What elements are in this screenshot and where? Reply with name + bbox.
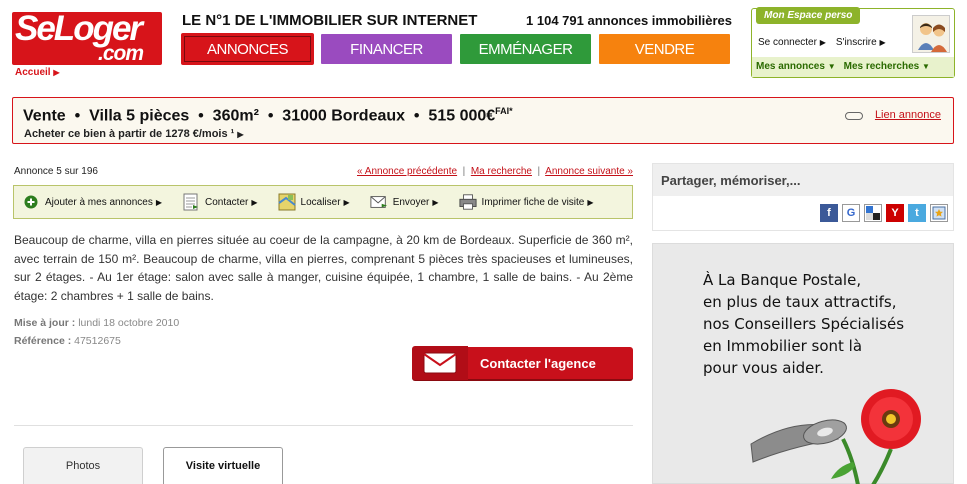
arrow-right-icon: ▶ (237, 130, 244, 139)
envoyer-button[interactable]: Envoyer ▶ (370, 193, 439, 211)
tab-visite-virtuelle[interactable]: Visite virtuelle (163, 447, 283, 484)
espace-perso-tab: Mon Espace perso (756, 7, 861, 24)
arrow-right-icon: ▶ (251, 197, 258, 207)
perso-links: Se connecter ▶ S'inscrire ▶ (758, 37, 886, 48)
listing-meta: Mise à jour : lundi 18 octobre 2010 Réfé… (14, 314, 179, 350)
contacter-button[interactable]: Contacter ▶ (182, 193, 258, 211)
yahoo-icon[interactable]: Y (886, 204, 904, 222)
listing-count: 1 104 791 annonces immobilières (526, 13, 732, 28)
connect-label: Se connecter (758, 37, 817, 48)
imprimer-button[interactable]: Imprimer fiche de visite ▶ (458, 193, 594, 211)
arrow-right-icon: ▶ (432, 197, 439, 207)
nav-financer-button[interactable]: FINANCER (321, 34, 452, 64)
seloger-logo[interactable]: SeLoger .com Accueil ▶ (12, 9, 162, 78)
printer-icon (458, 193, 477, 211)
mes-annonces-menu[interactable]: Mes annonces ▼ (756, 61, 836, 73)
listing-count-value: 1 104 791 (526, 13, 584, 28)
reference-row: Référence : 47512675 (14, 332, 179, 350)
chevron-down-icon: ▼ (827, 62, 836, 71)
accueil-link[interactable]: Accueil ▶ (15, 67, 60, 78)
lien-annonce-link[interactable]: Lien annonce (875, 109, 941, 121)
listing-title-text: Vente • Villa 5 pièces • 360m² • 31000 B… (23, 107, 496, 125)
reference-value: 47512675 (74, 335, 121, 347)
favorites-icon[interactable] (930, 204, 948, 222)
site-tagline: LE N°1 DE L'IMMOBILIER SUR INTERNET (182, 12, 478, 29)
nav-vendre-button[interactable]: VENDRE (599, 34, 730, 64)
share-icons: f G Y t (820, 204, 948, 222)
listing-title: Vente • Villa 5 pièces • 360m² • 31000 B… (23, 106, 513, 125)
twitter-icon[interactable]: t (908, 204, 926, 222)
contacter-label: Contacter (205, 196, 249, 208)
google-icon[interactable]: G (842, 204, 860, 222)
listing-description: Beaucoup de charme, villa en pierres sit… (14, 233, 633, 303)
annonce-counter: Annonce 5 sur 196 (14, 166, 98, 177)
key-flower-illustration (750, 389, 921, 484)
ma-recherche-link[interactable]: Ma recherche (471, 166, 532, 177)
connect-link[interactable]: Se connecter ▶ (758, 37, 826, 48)
users-avatar-icon (912, 15, 950, 53)
separator: | (462, 166, 466, 177)
financing-label: Acheter ce bien à partir de 1278 €/mois … (24, 128, 235, 140)
arrow-right-icon: ▶ (819, 38, 826, 47)
previous-annonce-link[interactable]: « Annonce précédente (357, 166, 457, 177)
inscrire-label: S'inscrire (835, 37, 877, 48)
arrow-right-icon: ▶ (53, 68, 60, 77)
ajouter-label: Ajouter à mes annonces (45, 196, 153, 208)
nav-annonces-button[interactable]: ANNONCES (182, 34, 313, 64)
localiser-button[interactable]: Localiser ▶ (277, 193, 350, 211)
inscrire-link[interactable]: S'inscrire ▶ (836, 37, 886, 48)
ajouter-button[interactable]: Ajouter à mes annonces ▶ (22, 193, 162, 211)
update-date-value: lundi 18 octobre 2010 (78, 317, 180, 329)
nav-emmenager-button[interactable]: EMMÉNAGER (460, 34, 591, 64)
imprimer-label: Imprimer fiche de visite (481, 196, 585, 208)
logo-domain: .com (98, 42, 144, 65)
mes-annonces-label: Mes annonces (756, 61, 825, 72)
divider (14, 425, 633, 426)
contacter-agence-label: Contacter l'agence (480, 355, 596, 371)
facebook-icon[interactable]: f (820, 204, 838, 222)
reference-label: Référence : (14, 335, 72, 347)
perso-menu-bar: Mes annonces ▼ Mes recherches ▼ (752, 57, 954, 77)
envoyer-label: Envoyer (392, 196, 430, 208)
share-title: Partager, mémoriser,... (653, 164, 953, 196)
envelope-icon (370, 193, 388, 211)
arrow-right-icon: ▶ (587, 197, 594, 207)
fai-note: FAI* (495, 106, 513, 116)
update-date-label: Mise à jour : (14, 317, 76, 329)
mes-recherches-menu[interactable]: Mes recherches ▼ (844, 61, 930, 73)
action-toolbar: Ajouter à mes annonces ▶ Contacter ▶ Local… (13, 185, 633, 219)
mes-recherches-label: Mes recherches (843, 61, 920, 72)
chain-link-icon (845, 112, 863, 120)
arrow-right-icon: ▶ (155, 197, 162, 207)
tab-photos[interactable]: Photos (23, 447, 143, 484)
main-nav: ANNONCES FINANCER EMMÉNAGER VENDRE (182, 34, 730, 64)
envelope-icon (412, 346, 468, 380)
arrow-right-icon: ▶ (343, 197, 350, 207)
banque-postale-ad[interactable]: À La Banque Postale, en plus de taux att… (652, 243, 954, 484)
localiser-label: Localiser (300, 196, 341, 208)
financing-link[interactable]: Acheter ce bien à partir de 1278 €/mois … (24, 128, 244, 140)
separator: | (537, 166, 541, 177)
listing-count-label: annonces immobilières (587, 13, 733, 28)
listing-summary: Vente • Villa 5 pièces • 360m² • 31000 B… (12, 97, 954, 144)
contacter-agence-button[interactable]: Contacter l'agence (412, 346, 633, 381)
logo-background: SeLoger .com (12, 9, 162, 65)
next-annonce-link[interactable]: Annonce suivante » (545, 166, 633, 177)
share-panel: Partager, mémoriser,... f G Y t (652, 163, 954, 231)
annonce-navigation: « Annonce précédente | Ma recherche | An… (357, 166, 633, 177)
accueil-label: Accueil (15, 67, 51, 78)
update-date-row: Mise à jour : lundi 18 octobre 2010 (14, 314, 179, 332)
add-circle-icon (22, 193, 40, 211)
form-icon (182, 193, 200, 211)
map-icon (277, 193, 296, 211)
espace-perso-panel: Mon Espace perso Se connecter ▶ S'inscri… (751, 7, 955, 78)
chevron-down-icon: ▼ (922, 62, 930, 71)
arrow-right-icon: ▶ (879, 38, 886, 47)
delicious-icon[interactable] (864, 204, 882, 222)
